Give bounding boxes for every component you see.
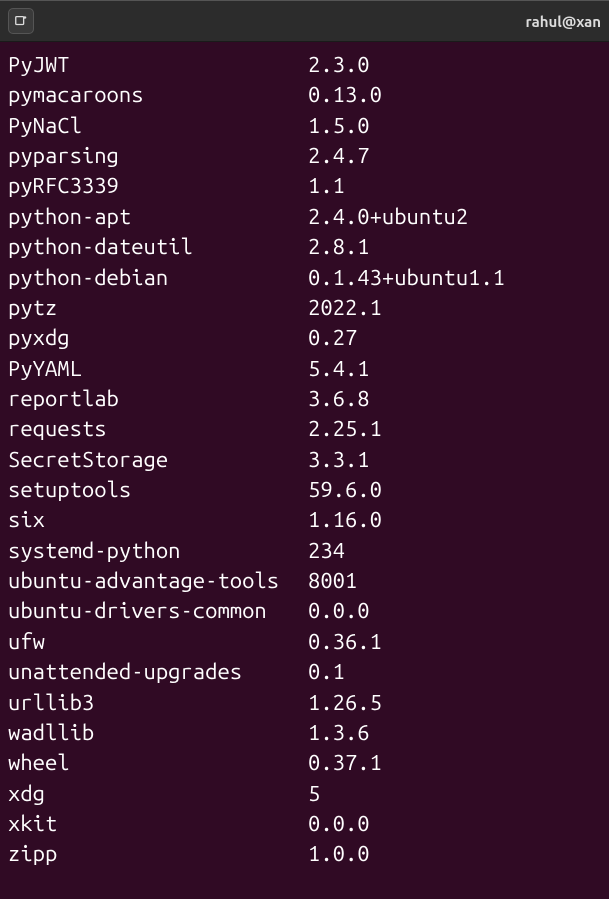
package-row: systemd-python 234	[8, 536, 601, 566]
package-row: pytz 2022.1	[8, 293, 601, 323]
package-name: xkit	[8, 809, 308, 839]
package-name: SecretStorage	[8, 445, 308, 475]
package-version: 2.4.0+ubuntu2	[308, 202, 468, 232]
package-name: PyNaCl	[8, 111, 308, 141]
package-row: PyYAML 5.4.1	[8, 354, 601, 384]
package-name: pyxdg	[8, 323, 308, 353]
package-row: ufw 0.36.1	[8, 627, 601, 657]
package-row: python-debian 0.1.43+ubuntu1.1	[8, 263, 601, 293]
package-row: pymacaroons 0.13.0	[8, 80, 601, 110]
package-name: PyJWT	[8, 50, 308, 80]
package-row: python-dateutil 2.8.1	[8, 232, 601, 262]
package-version: 1.3.6	[308, 718, 370, 748]
package-name: xdg	[8, 779, 308, 809]
package-name: wheel	[8, 748, 308, 778]
package-version: 1.26.5	[308, 688, 382, 718]
package-version: 2.3.0	[308, 50, 370, 80]
package-row: wheel 0.37.1	[8, 748, 601, 778]
package-version: 0.1.43+ubuntu1.1	[308, 263, 505, 293]
package-version: 2.25.1	[308, 414, 382, 444]
new-tab-button[interactable]	[8, 8, 34, 34]
package-row: setuptools 59.6.0	[8, 475, 601, 505]
package-row: requests 2.25.1	[8, 414, 601, 444]
package-version: 234	[308, 536, 345, 566]
new-tab-icon	[14, 14, 28, 28]
package-version: 1.5.0	[308, 111, 370, 141]
package-name: python-dateutil	[8, 232, 308, 262]
package-version: 2022.1	[308, 293, 382, 323]
package-version: 0.0.0	[308, 809, 370, 839]
package-row: pyxdg 0.27	[8, 323, 601, 353]
package-row: pyRFC3339 1.1	[8, 171, 601, 201]
package-name: pymacaroons	[8, 80, 308, 110]
package-name: ubuntu-advantage-tools	[8, 566, 308, 596]
package-name: pyRFC3339	[8, 171, 308, 201]
package-name: PyYAML	[8, 354, 308, 384]
package-row: xkit 0.0.0	[8, 809, 601, 839]
package-name: six	[8, 505, 308, 535]
package-name: pyparsing	[8, 141, 308, 171]
package-row: urllib3 1.26.5	[8, 688, 601, 718]
package-row: ubuntu-advantage-tools 8001	[8, 566, 601, 596]
package-version: 1.16.0	[308, 505, 382, 535]
package-version: 3.3.1	[308, 445, 370, 475]
package-name: setuptools	[8, 475, 308, 505]
package-row: reportlab 3.6.8	[8, 384, 601, 414]
package-version: 1.1	[308, 171, 345, 201]
package-version: 0.1	[308, 657, 345, 687]
package-version: 8001	[308, 566, 357, 596]
package-name: unattended-upgrades	[8, 657, 308, 687]
package-version: 5.4.1	[308, 354, 370, 384]
package-row: SecretStorage 3.3.1	[8, 445, 601, 475]
package-name: pytz	[8, 293, 308, 323]
package-row: six 1.16.0	[8, 505, 601, 535]
package-name: systemd-python	[8, 536, 308, 566]
package-row: python-apt 2.4.0+ubuntu2	[8, 202, 601, 232]
package-row: PyNaCl 1.5.0	[8, 111, 601, 141]
package-version: 0.13.0	[308, 80, 382, 110]
package-version: 59.6.0	[308, 475, 382, 505]
package-version: 0.37.1	[308, 748, 382, 778]
package-name: python-debian	[8, 263, 308, 293]
package-version: 0.0.0	[308, 596, 370, 626]
package-version: 1.0.0	[308, 839, 370, 869]
package-version: 2.8.1	[308, 232, 370, 262]
package-row: pyparsing 2.4.7	[8, 141, 601, 171]
package-version: 0.27	[308, 323, 357, 353]
package-row: wadllib 1.3.6	[8, 718, 601, 748]
package-name: reportlab	[8, 384, 308, 414]
package-name: python-apt	[8, 202, 308, 232]
package-name: ufw	[8, 627, 308, 657]
package-name: ubuntu-drivers-common	[8, 596, 308, 626]
terminal-output[interactable]: PyJWT 2.3.0pymacaroons 0.13.0PyNaCl 1.5.…	[0, 42, 609, 870]
package-row: xdg 5	[8, 779, 601, 809]
titlebar: rahul@xan	[0, 0, 609, 42]
package-version: 3.6.8	[308, 384, 370, 414]
package-name: wadllib	[8, 718, 308, 748]
package-name: urllib3	[8, 688, 308, 718]
package-name: zipp	[8, 839, 308, 869]
package-version: 0.36.1	[308, 627, 382, 657]
package-row: zipp 1.0.0	[8, 839, 601, 869]
package-version: 2.4.7	[308, 141, 370, 171]
window-title: rahul@xan	[526, 13, 601, 30]
package-name: requests	[8, 414, 308, 444]
package-row: ubuntu-drivers-common 0.0.0	[8, 596, 601, 626]
package-row: PyJWT 2.3.0	[8, 50, 601, 80]
package-row: unattended-upgrades 0.1	[8, 657, 601, 687]
package-version: 5	[308, 779, 320, 809]
